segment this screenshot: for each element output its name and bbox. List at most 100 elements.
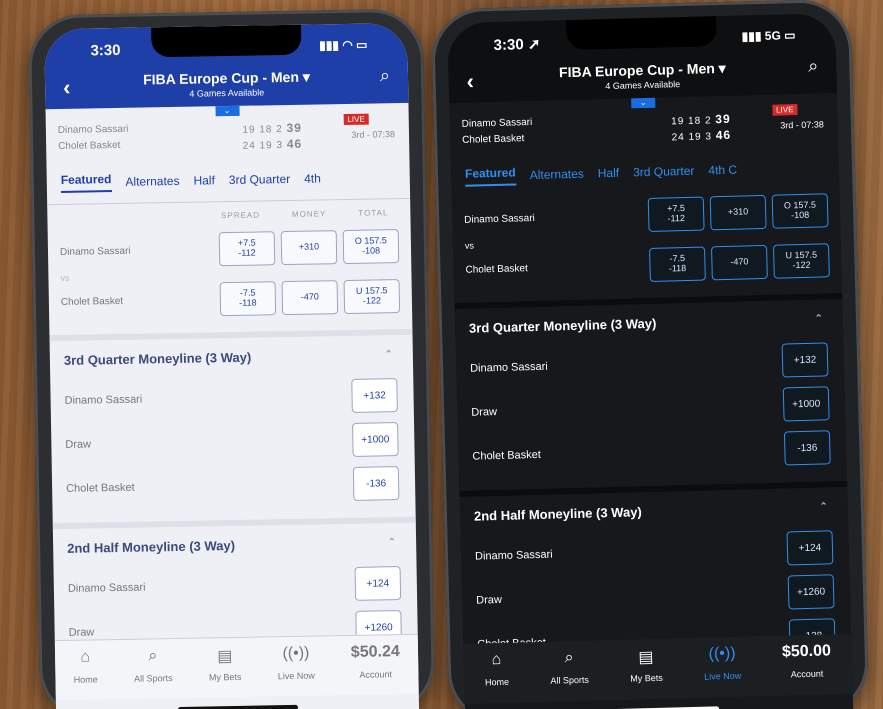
tab-4th[interactable]: 4th C <box>708 163 737 178</box>
col-spread: SPREAD <box>221 209 261 220</box>
game-clock: 3rd - 07:38 <box>780 119 824 131</box>
odds-button[interactable]: +1260 <box>787 574 835 610</box>
chevron-down-icon[interactable]: ⌄ <box>214 105 240 117</box>
list-item: Dinamo Sassari +132 <box>50 373 414 423</box>
nav-live-now[interactable]: ((•)) Live Now <box>277 645 315 682</box>
money-button-team1[interactable]: +310 <box>709 194 767 231</box>
live-badge: LIVE <box>343 113 369 126</box>
tab-3rd-quarter[interactable]: 3rd Quarter <box>633 164 695 180</box>
search-icon[interactable]: ⌕ <box>380 65 390 86</box>
chevron-up-icon[interactable]: ⌃ <box>819 501 828 512</box>
team2-name: Cholet Basket <box>58 139 121 152</box>
odds-button[interactable]: +124 <box>354 566 402 601</box>
team2-name: Cholet Basket <box>462 133 525 146</box>
account-balance: $50.00 <box>781 642 832 661</box>
my-bets-icon: ▤ <box>638 649 654 667</box>
section-title: 3rd Quarter Moneyline (3 Way) <box>63 349 252 368</box>
team2-periods: 24 19 3 <box>671 131 713 144</box>
nav-my-bets[interactable]: ▤ My Bets <box>629 647 663 684</box>
section-2nd-half-moneyline[interactable]: 2nd Half Moneyline (3 Way) ⌃ <box>52 516 417 568</box>
live-badge: LIVE <box>771 104 798 116</box>
status-icons: ▮▮▮ 5G ▭ <box>741 28 796 44</box>
account-balance: $50.24 <box>350 643 400 661</box>
list-item: Draw +1000 <box>51 417 415 467</box>
tab-alternates[interactable]: Alternates <box>530 167 584 182</box>
total-button-over[interactable]: O 157.5 -108 <box>342 229 400 265</box>
odds-button[interactable]: -136 <box>352 466 400 501</box>
col-total: TOTAL <box>358 207 389 218</box>
section-title: 2nd Half Moneyline (3 Way) <box>473 503 642 524</box>
spread-button-team1[interactable]: +7.5 -112 <box>647 196 705 232</box>
total-button-under[interactable]: U 157.5 -122 <box>343 279 401 315</box>
nav-account[interactable]: $50.00 Account <box>782 642 832 679</box>
money-button-team2[interactable]: -470 <box>711 244 768 281</box>
chevron-up-icon[interactable]: ⌃ <box>814 313 823 324</box>
section-title: 3rd Quarter Moneyline (3 Way) <box>468 315 657 336</box>
tab-4th[interactable]: 4th <box>304 171 321 185</box>
list-item: Cholet Basket -136 <box>52 461 416 511</box>
odds-button[interactable]: +132 <box>781 342 829 378</box>
tab-alternates[interactable]: Alternates <box>125 173 179 188</box>
col-money: MONEY <box>291 208 327 219</box>
left-phone: 3:30 ▮▮▮ ◠ ▭ ‹ FIBA Europe Cup - Men ▾ 4… <box>27 8 436 709</box>
chevron-down-icon[interactable]: ⌄ <box>631 97 656 109</box>
odds-button[interactable]: -136 <box>783 430 831 466</box>
nav-live-now[interactable]: ((•)) Live Now <box>703 645 741 682</box>
money-button-team2[interactable]: -470 <box>281 280 339 316</box>
spread-button-team2[interactable]: -7.5 -118 <box>649 246 706 282</box>
notch <box>150 24 302 58</box>
team1-label: Dinamo Sassari <box>59 245 131 258</box>
live-now-icon: ((•)) <box>708 644 736 663</box>
nav-home[interactable]: ⌂ Home <box>73 648 98 685</box>
tab-half[interactable]: Half <box>193 173 215 187</box>
team2-label: Cholet Basket <box>60 295 124 308</box>
tab-half[interactable]: Half <box>598 166 620 181</box>
tab-featured[interactable]: Featured <box>60 171 112 193</box>
total-button-over[interactable]: O 157.5 -108 <box>771 193 829 229</box>
all-sports-icon: ⌕ <box>148 647 158 665</box>
nav-all-sports[interactable]: ⌕ All Sports <box>134 647 173 683</box>
status-icons: ▮▮▮ ◠ ▭ <box>319 37 368 53</box>
tab-featured[interactable]: Featured <box>464 165 517 187</box>
section-3rd-quarter-moneyline[interactable]: 3rd Quarter Moneyline (3 Way) ⌃ <box>49 328 414 380</box>
nav-home[interactable]: ⌂ Home <box>484 651 509 687</box>
spread-button-team2[interactable]: -7.5 -118 <box>219 281 277 317</box>
status-time: 3:30 <box>90 41 121 60</box>
odds-button[interactable]: +1000 <box>352 422 399 457</box>
odds-button[interactable]: +124 <box>786 530 834 566</box>
team2-label: Cholet Basket <box>465 262 528 276</box>
market-row-team2: Cholet Basket -7.5 -118 -470 U 157.5 -122 <box>49 275 413 323</box>
search-icon[interactable]: ⌕ <box>808 55 819 76</box>
nav-all-sports[interactable]: ⌕ All Sports <box>550 649 589 686</box>
team1-label: Dinamo Sassari <box>464 212 535 226</box>
team2-total: 46 <box>715 127 732 143</box>
bottom-nav: ⌂ Home ⌕ All Sports ▤ My Bets ((•)) Live Now… <box>54 633 419 701</box>
tab-3rd-quarter[interactable]: 3rd Quarter <box>229 171 291 186</box>
list-item: Dinamo Sassari +124 <box>54 561 418 611</box>
odds-button[interactable]: +132 <box>351 378 398 413</box>
team1-name: Dinamo Sassari <box>57 123 129 136</box>
chevron-up-icon[interactable]: ⌃ <box>388 537 397 548</box>
total-button-under[interactable]: U 157.5 -122 <box>772 243 830 279</box>
live-now-icon: ((•)) <box>282 644 310 663</box>
team1-periods: 19 18 2 <box>242 124 283 136</box>
market-row-team1: Dinamo Sassari +7.5 -112 +310 O 157.5 -108 <box>48 225 412 273</box>
right-phone: 3:30 ➚ ▮▮▮ 5G ▭ ‹ FIBA Europe Cup - Men … <box>430 0 870 709</box>
chevron-up-icon[interactable]: ⌃ <box>384 349 393 360</box>
spread-button-team1[interactable]: +7.5 -112 <box>218 231 276 267</box>
market-row-team2: Cholet Basket -7.5 -118 -470 U 157.5 -122 <box>453 239 842 291</box>
game-clock: 3rd - 07:38 <box>351 129 396 140</box>
team1-name: Dinamo Sassari <box>461 117 533 130</box>
team2-periods: 24 19 3 <box>242 140 284 152</box>
left-screen: 3:30 ▮▮▮ ◠ ▭ ‹ FIBA Europe Cup - Men ▾ 4… <box>44 22 420 709</box>
list-item: Cholet Basket -136 <box>458 425 847 479</box>
home-indicator <box>177 704 298 709</box>
home-icon: ⌂ <box>80 648 91 666</box>
money-button-team1[interactable]: +310 <box>280 230 338 266</box>
nav-account[interactable]: $50.24 Account <box>351 643 401 680</box>
nav-my-bets[interactable]: ▤ My Bets <box>208 646 242 682</box>
team2-total: 46 <box>286 136 303 152</box>
right-screen: 3:30 ➚ ▮▮▮ 5G ▭ ‹ FIBA Europe Cup - Men … <box>447 13 854 709</box>
odds-button[interactable]: +1000 <box>782 386 830 422</box>
notch <box>566 16 717 51</box>
